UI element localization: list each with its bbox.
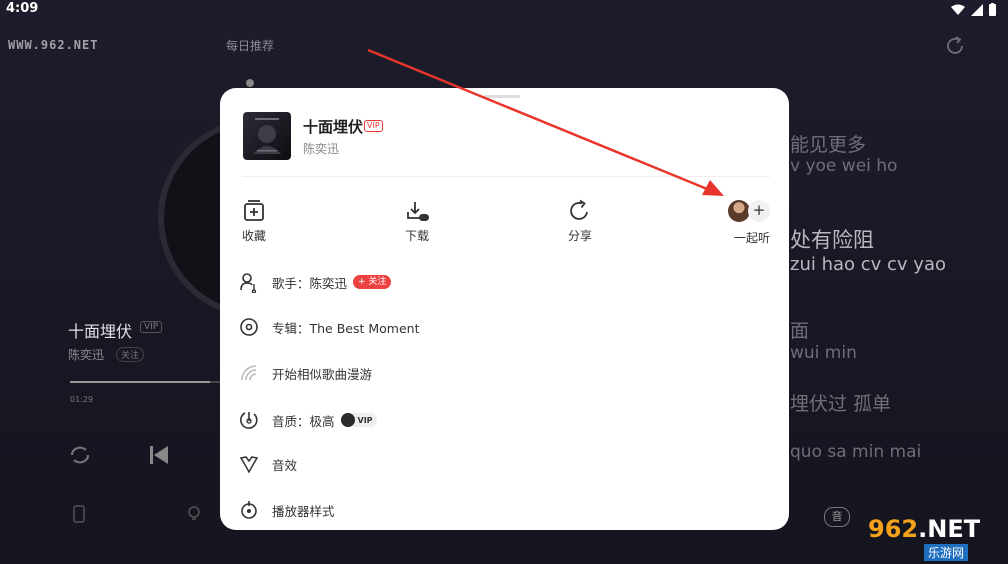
annotation-arrow — [367, 48, 724, 196]
